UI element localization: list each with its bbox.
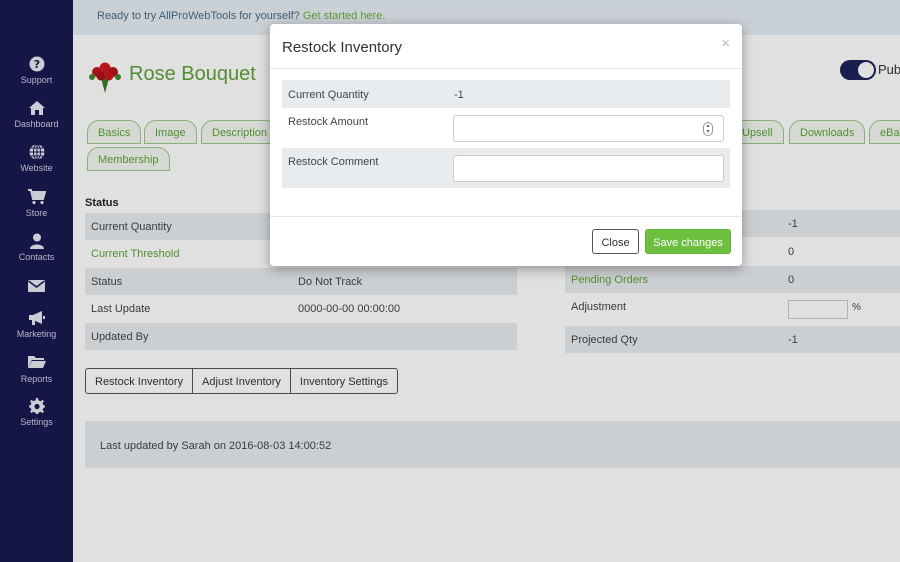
number-spinner-icon[interactable]: ▴ ▾ (703, 122, 713, 136)
restock-comment-row: Restock Comment (282, 148, 730, 188)
restock-amount-input[interactable]: ▴ ▾ (453, 115, 724, 142)
row-label: Restock Amount (288, 116, 369, 128)
current-quantity-row: Current Quantity -1 (282, 80, 730, 108)
restock-amount-row: Restock Amount ▴ ▾ (282, 108, 730, 148)
restock-comment-input[interactable] (453, 155, 724, 182)
restock-inventory-modal: Restock Inventory × Current Quantity -1 … (270, 24, 742, 266)
row-label: Current Quantity (288, 89, 369, 101)
divider (270, 68, 742, 69)
close-button[interactable]: Close (592, 229, 639, 254)
close-icon[interactable]: × (721, 35, 730, 52)
current-quantity-value: -1 (454, 89, 464, 101)
divider (270, 216, 742, 217)
row-label: Restock Comment (288, 156, 379, 168)
modal-title: Restock Inventory (282, 39, 403, 56)
save-changes-button[interactable]: Save changes (645, 229, 731, 254)
